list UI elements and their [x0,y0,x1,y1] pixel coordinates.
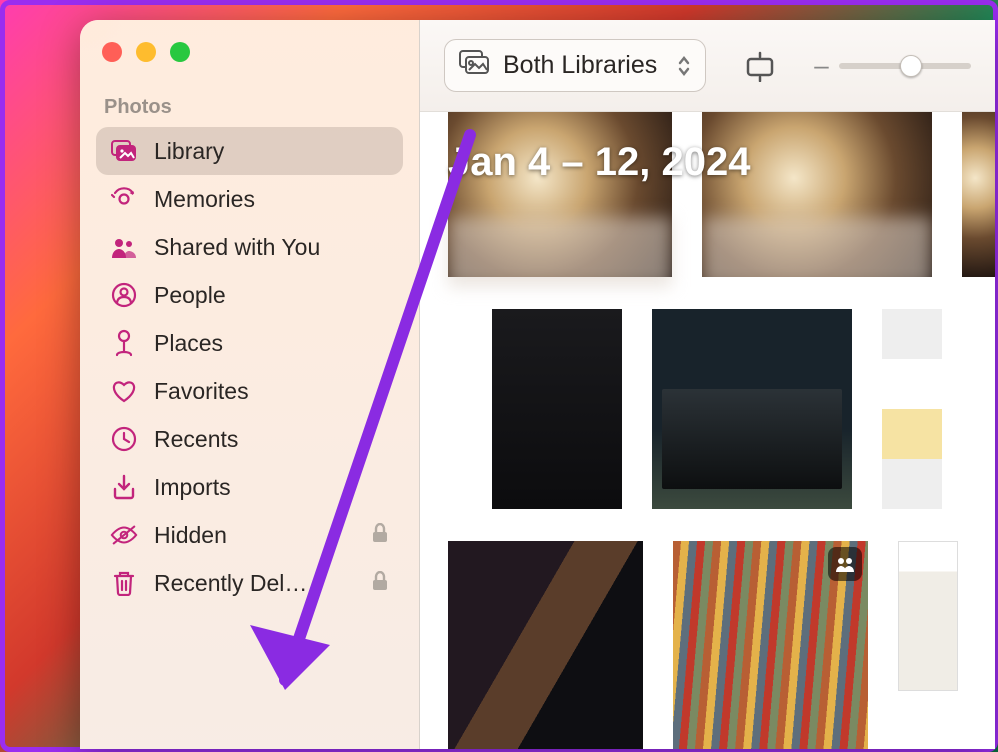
shared-badge-icon [828,547,862,581]
photo-thumbnail[interactable] [492,309,622,509]
sidebar-item-library[interactable]: Library [96,127,403,175]
places-icon [110,329,138,357]
hidden-icon [110,521,138,549]
toolbar: Both Libraries – [420,20,995,112]
photo-thumbnail[interactable] [962,112,995,277]
sidebar-item-hidden[interactable]: Hidden [96,511,403,559]
lock-icon [371,570,389,597]
sidebar-item-label: People [154,282,389,309]
sidebar-item-label: Library [154,138,389,165]
photos-window: Photos Library Memories Shared with You Peo… [80,20,995,749]
window-controls [96,38,403,92]
zoom-thumb[interactable] [900,55,922,77]
library-selector-dropdown[interactable]: Both Libraries [444,39,706,92]
library-selector-icon [459,50,489,81]
sidebar-item-label: Recently Del… [154,570,355,597]
sidebar-item-label: Favorites [154,378,389,405]
shared-icon [110,233,138,261]
photo-thumbnail[interactable] [898,541,958,691]
main-panel: Both Libraries – [420,20,995,749]
photo-thumbnail[interactable] [702,112,932,277]
library-selector-label: Both Libraries [503,51,657,80]
zoom-track[interactable] [839,63,971,69]
sidebar-item-places[interactable]: Places [96,319,403,367]
sidebar-item-shared[interactable]: Shared with You [96,223,403,271]
recents-icon [110,425,138,453]
sidebar-item-label: Hidden [154,522,355,549]
lock-icon [371,522,389,549]
photo-grid[interactable]: Jan 4 – 12, 2024 [420,112,995,749]
sidebar-item-label: Places [154,330,389,357]
sidebar-item-label: Memories [154,186,389,213]
imports-icon [110,473,138,501]
chevron-updown-icon [677,55,691,77]
photo-thumbnail[interactable] [673,541,868,749]
photo-thumbnail[interactable] [882,309,942,509]
sidebar-item-label: Recents [154,426,389,453]
favorites-icon [110,377,138,405]
sidebar-section-title: Photos [96,92,403,127]
zoom-slider[interactable]: – [814,50,971,81]
sidebar: Photos Library Memories Shared with You Peo… [80,20,420,749]
close-button[interactable] [102,42,122,62]
sidebar-item-favorites[interactable]: Favorites [96,367,403,415]
trash-icon [110,569,138,597]
people-icon [110,281,138,309]
minimize-button[interactable] [136,42,156,62]
sidebar-item-label: Shared with You [154,234,389,261]
sidebar-item-memories[interactable]: Memories [96,175,403,223]
photo-thumbnail[interactable] [448,541,643,749]
sidebar-item-people[interactable]: People [96,271,403,319]
sidebar-item-trash[interactable]: Recently Del… [96,559,403,607]
photo-thumbnail[interactable] [652,309,852,509]
library-icon [110,137,138,165]
sidebar-item-recents[interactable]: Recents [96,415,403,463]
sidebar-item-label: Imports [154,474,389,501]
memories-icon [110,185,138,213]
maximize-button[interactable] [170,42,190,62]
date-range-title: Jan 4 – 12, 2024 [448,140,750,185]
photo-thumbnail[interactable] [448,112,672,277]
aspect-view-button[interactable] [736,44,784,88]
sidebar-item-imports[interactable]: Imports [96,463,403,511]
zoom-minus-icon: – [814,50,828,81]
